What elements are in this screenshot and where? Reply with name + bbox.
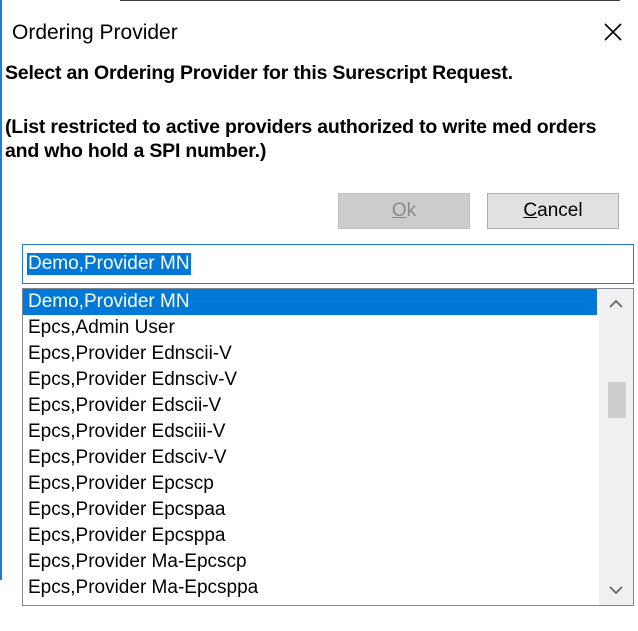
- cancel-mnemonic: C: [523, 200, 538, 221]
- list-item[interactable]: Epcs,Provider Ma-Epcsppa: [23, 575, 597, 601]
- provider-list[interactable]: Demo,Provider MN Epcs,Admin User Epcs,Prov…: [22, 288, 634, 606]
- list-item[interactable]: Epcs,Provider Ednsciv-V: [23, 367, 597, 393]
- close-icon[interactable]: [597, 16, 629, 48]
- provider-list-items: Demo,Provider MN Epcs,Admin User Epcs,Prov…: [23, 289, 597, 601]
- list-item[interactable]: Epcs,Provider Edsciii-V: [23, 419, 597, 445]
- cancel-label-rest: ancel: [537, 200, 583, 221]
- list-item[interactable]: Epcs,Provider Edsciv-V: [23, 445, 597, 471]
- cancel-button[interactable]: Cancel: [487, 193, 619, 229]
- provider-search-input[interactable]: Demo,Provider MN: [22, 244, 634, 284]
- ok-mnemonic: O: [391, 200, 407, 221]
- restriction-note: (List restricted to active providers aut…: [5, 116, 597, 162]
- list-item[interactable]: Epcs,Admin User: [23, 315, 597, 341]
- ok-button[interactable]: Ok: [338, 193, 470, 229]
- list-item[interactable]: Epcs,Provider Epcspaa: [23, 497, 597, 523]
- list-scrollbar[interactable]: [599, 289, 633, 605]
- dialog-title: Ordering Provider: [12, 21, 178, 44]
- window-edge: [0, 0, 2, 580]
- prompt-text: Select an Ordering Provider for this Sur…: [5, 62, 513, 84]
- list-item[interactable]: Epcs,Provider Epcsppa: [23, 523, 597, 549]
- chevron-up-icon[interactable]: [599, 289, 633, 319]
- search-input-value: Demo,Provider MN: [27, 253, 191, 275]
- scroll-thumb[interactable]: [608, 382, 626, 418]
- ok-label-rest: k: [406, 200, 417, 221]
- chevron-down-icon[interactable]: [599, 575, 633, 605]
- ordering-provider-dialog: Ordering Provider Select an Ordering Pro…: [0, 0, 638, 631]
- list-item[interactable]: Demo,Provider MN: [23, 289, 597, 315]
- list-item[interactable]: Epcs,Provider Edscii-V: [23, 393, 597, 419]
- list-item[interactable]: Epcs,Provider Epcscp: [23, 471, 597, 497]
- background-window-edge: [120, 0, 620, 1]
- list-item[interactable]: Epcs,Provider Ma-Epcscp: [23, 549, 597, 575]
- list-item[interactable]: Epcs,Provider Ednscii-V: [23, 341, 597, 367]
